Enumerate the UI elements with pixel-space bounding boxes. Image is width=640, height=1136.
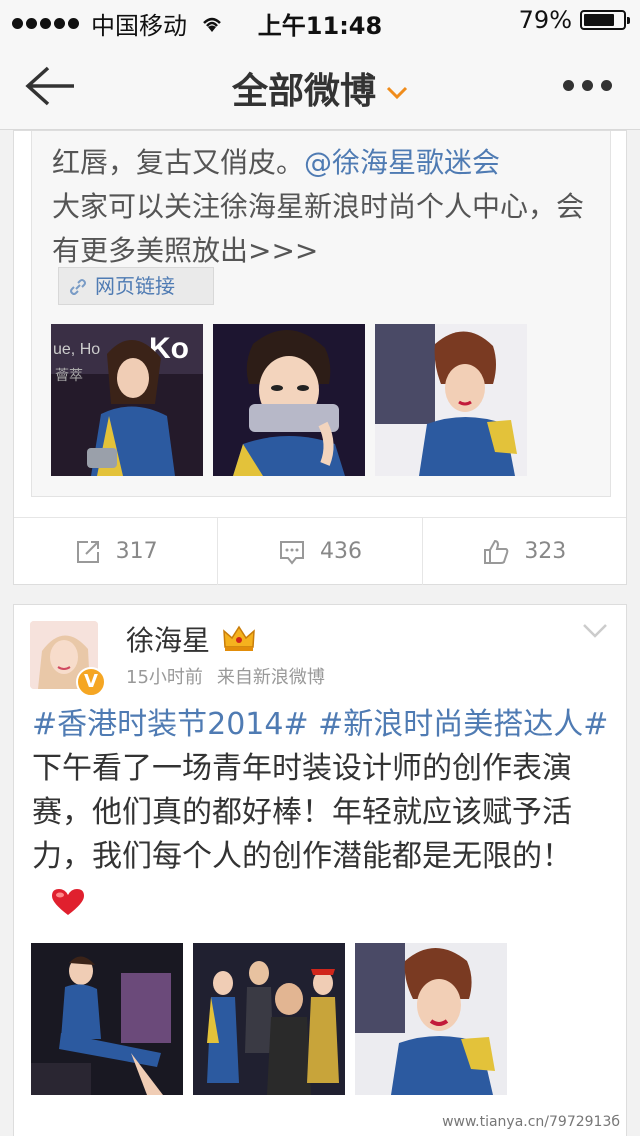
post-text: 下午看了一场青年时装设计师的创作表演赛，他们真的都好棒！年轻就应该赋予活力，我们… bbox=[32, 751, 572, 874]
thumbs-up-icon bbox=[484, 539, 509, 564]
image-grid bbox=[31, 943, 507, 1095]
weibo-post: V 徐海星 15小时前 来自新浪微博 #香港时装节2014# #新浪时尚美搭达人#… bbox=[13, 604, 627, 1136]
photo-caption-text: ue, Ho bbox=[53, 341, 100, 358]
battery-level bbox=[584, 14, 615, 26]
like-count: 323 bbox=[524, 539, 567, 564]
photo-caption-text: 薈萃 bbox=[55, 368, 83, 384]
photo-thumbnail[interactable] bbox=[375, 324, 527, 476]
photo-thumbnail[interactable] bbox=[355, 943, 507, 1095]
repost-text: 红唇，复古又俏皮。@徐海星歌迷会 大家可以关注徐海星新浪时尚个人中心，会有更多美… bbox=[52, 141, 602, 273]
more-dots-icon[interactable] bbox=[563, 80, 612, 91]
repost-count: 317 bbox=[115, 539, 158, 564]
post-source: 来自新浪微博 bbox=[216, 667, 325, 688]
weibo-post: 红唇，复古又俏皮。@徐海星歌迷会 大家可以关注徐海星新浪时尚个人中心，会有更多美… bbox=[13, 130, 627, 585]
link-icon bbox=[70, 279, 86, 295]
chevron-down-icon[interactable] bbox=[582, 623, 608, 639]
repost-block[interactable]: 红唇，复古又俏皮。@徐海星歌迷会 大家可以关注徐海星新浪时尚个人中心，会有更多美… bbox=[31, 131, 611, 497]
image-grid: ue, Ho Ko 薈萃 bbox=[51, 324, 527, 476]
hashtag-link[interactable]: #新浪时尚美搭达人# bbox=[318, 707, 608, 742]
post-body: #香港时装节2014# #新浪时尚美搭达人# 下午看了一场青年时装设计师的创作表… bbox=[32, 703, 614, 923]
repost-text-line1: 红唇，复古又俏皮。 bbox=[52, 146, 305, 179]
crown-icon bbox=[223, 625, 255, 651]
photo-thumbnail[interactable]: ue, Ho Ko 薈萃 bbox=[51, 324, 203, 476]
comment-count: 436 bbox=[319, 539, 362, 564]
username[interactable]: 徐海星 bbox=[126, 619, 210, 659]
photo-thumbnail[interactable] bbox=[193, 943, 345, 1095]
comment-icon bbox=[279, 540, 304, 565]
battery-percent: 79% bbox=[518, 6, 572, 34]
post-action-bar: 317 436 323 bbox=[14, 517, 626, 585]
web-link-chip[interactable]: 网页链接 bbox=[58, 267, 214, 305]
nav-title-text: 全部微博 bbox=[231, 71, 376, 112]
nav-bar: 全部微博 bbox=[0, 40, 640, 130]
chevron-down-icon bbox=[386, 86, 408, 100]
heart-icon bbox=[52, 888, 84, 915]
web-link-label: 网页链接 bbox=[95, 274, 175, 298]
repost-button[interactable]: 317 bbox=[14, 518, 219, 585]
status-bar: 中国移动 上午11:48 79% bbox=[0, 0, 640, 40]
battery-icon bbox=[580, 10, 630, 30]
hashtag-link[interactable]: #香港时装节2014# bbox=[32, 707, 309, 742]
nav-title[interactable]: 全部微博 bbox=[0, 62, 640, 114]
like-button[interactable]: 323 bbox=[423, 518, 626, 585]
photo-thumbnail[interactable] bbox=[213, 324, 365, 476]
battery-status: 79% bbox=[518, 6, 630, 34]
watermark: www.tianya.cn/7972913б bbox=[442, 1114, 620, 1130]
comment-button[interactable]: 436 bbox=[218, 518, 423, 585]
post-meta: 15小时前 来自新浪微博 bbox=[126, 663, 339, 689]
post-time: 15小时前 bbox=[126, 667, 203, 688]
repost-text-rest: 大家可以关注徐海星新浪时尚个人中心，会有更多美照放出>>> bbox=[52, 190, 585, 267]
verified-badge-icon: V bbox=[76, 667, 106, 697]
mention-link[interactable]: @徐海星歌迷会 bbox=[304, 146, 500, 179]
photo-thumbnail[interactable] bbox=[31, 943, 183, 1095]
repost-icon bbox=[76, 540, 99, 563]
